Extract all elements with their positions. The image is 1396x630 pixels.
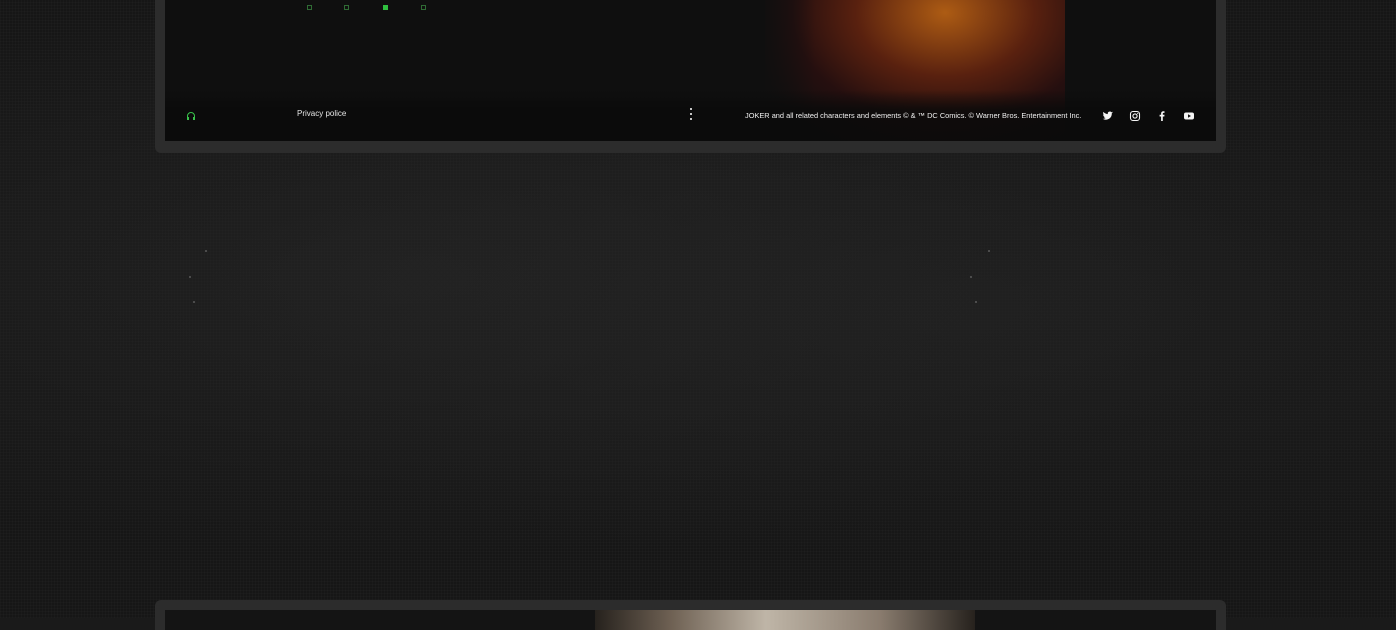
next-section-panel: [165, 610, 1216, 630]
slider-dot-4[interactable]: [421, 5, 426, 10]
slider-dot-1[interactable]: [307, 5, 312, 10]
texture-speck: [205, 250, 207, 252]
texture-speck: [970, 276, 972, 278]
facebook-icon[interactable]: [1156, 110, 1168, 122]
texture-speck: [988, 250, 990, 252]
next-section-image: [595, 610, 975, 630]
hero-section-frame: [155, 0, 1226, 153]
slider-dot-2[interactable]: [344, 5, 349, 10]
texture-speck: [975, 301, 977, 303]
copyright-text: JOKER and all related characters and ele…: [745, 111, 1082, 120]
youtube-icon[interactable]: [1183, 110, 1195, 122]
headphones-icon[interactable]: [186, 111, 196, 121]
privacy-policy-link[interactable]: Privacy police: [297, 109, 346, 119]
slider-dot-3-active[interactable]: [383, 5, 388, 10]
instagram-icon[interactable]: [1129, 110, 1141, 122]
texture-speck: [193, 301, 195, 303]
texture-speck: [189, 276, 191, 278]
next-section-frame: [155, 600, 1226, 630]
vertical-dots-icon[interactable]: [689, 108, 693, 122]
twitter-icon[interactable]: [1102, 110, 1114, 122]
